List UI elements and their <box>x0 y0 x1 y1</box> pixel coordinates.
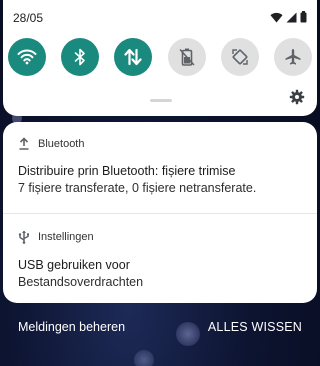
tile-battery-saver[interactable] <box>167 38 206 76</box>
clear-all-button[interactable]: ALLES WISSEN <box>208 320 302 334</box>
usb-icon <box>18 230 29 244</box>
notification-card-usb[interactable]: Instellingen USB gebruiken voor Bestands… <box>3 214 317 303</box>
notification-header: Instellingen <box>18 230 94 244</box>
notification-title: USB gebruiken voor <box>18 258 130 272</box>
status-icons <box>270 11 307 23</box>
quick-settings-panel: 28/05 <box>3 0 317 116</box>
notification-app-name: Bluetooth <box>38 137 85 150</box>
notification-header: Bluetooth <box>18 137 84 150</box>
wifi-signal-icon <box>270 12 283 22</box>
notification-title: Distribuire prin Bluetooth: fișiere trim… <box>18 164 236 178</box>
tile-airplane-mode[interactable] <box>273 38 312 76</box>
auto-rotate-icon <box>232 49 248 65</box>
notification-group: Bluetooth Distribuire prin Bluetooth: fi… <box>3 122 317 303</box>
notification-actions: Meldingen beheren ALLES WISSEN <box>0 316 320 338</box>
gear-icon[interactable] <box>289 89 305 105</box>
notification-app-name: Instellingen <box>38 231 94 243</box>
manage-notifications-button[interactable]: Meldingen beheren <box>18 320 125 334</box>
notification-text: 7 fișiere transferate, 0 fișiere netrans… <box>18 181 257 195</box>
wifi-icon <box>17 49 37 65</box>
notification-card-bluetooth[interactable]: Bluetooth Distribuire prin Bluetooth: fi… <box>3 122 317 213</box>
tile-mobile-data[interactable] <box>114 38 153 76</box>
status-date: 28/05 <box>13 11 44 25</box>
quick-settings-tiles <box>8 38 312 76</box>
battery-icon <box>300 11 307 23</box>
notification-text: Bestandsoverdrachten <box>18 275 144 289</box>
cell-signal-icon <box>286 12 297 22</box>
tile-auto-rotate[interactable] <box>220 38 259 76</box>
mobile-data-icon <box>124 48 142 66</box>
background-bokeh <box>134 350 154 366</box>
status-bar: 28/05 <box>13 11 307 25</box>
tile-wifi[interactable] <box>8 38 46 76</box>
battery-saver-icon <box>179 48 194 66</box>
bluetooth-icon <box>74 48 85 66</box>
tile-bluetooth[interactable] <box>61 38 100 76</box>
airplane-mode-icon <box>285 49 301 65</box>
drag-handle[interactable] <box>150 99 172 102</box>
upload-arrow-icon <box>19 137 29 150</box>
